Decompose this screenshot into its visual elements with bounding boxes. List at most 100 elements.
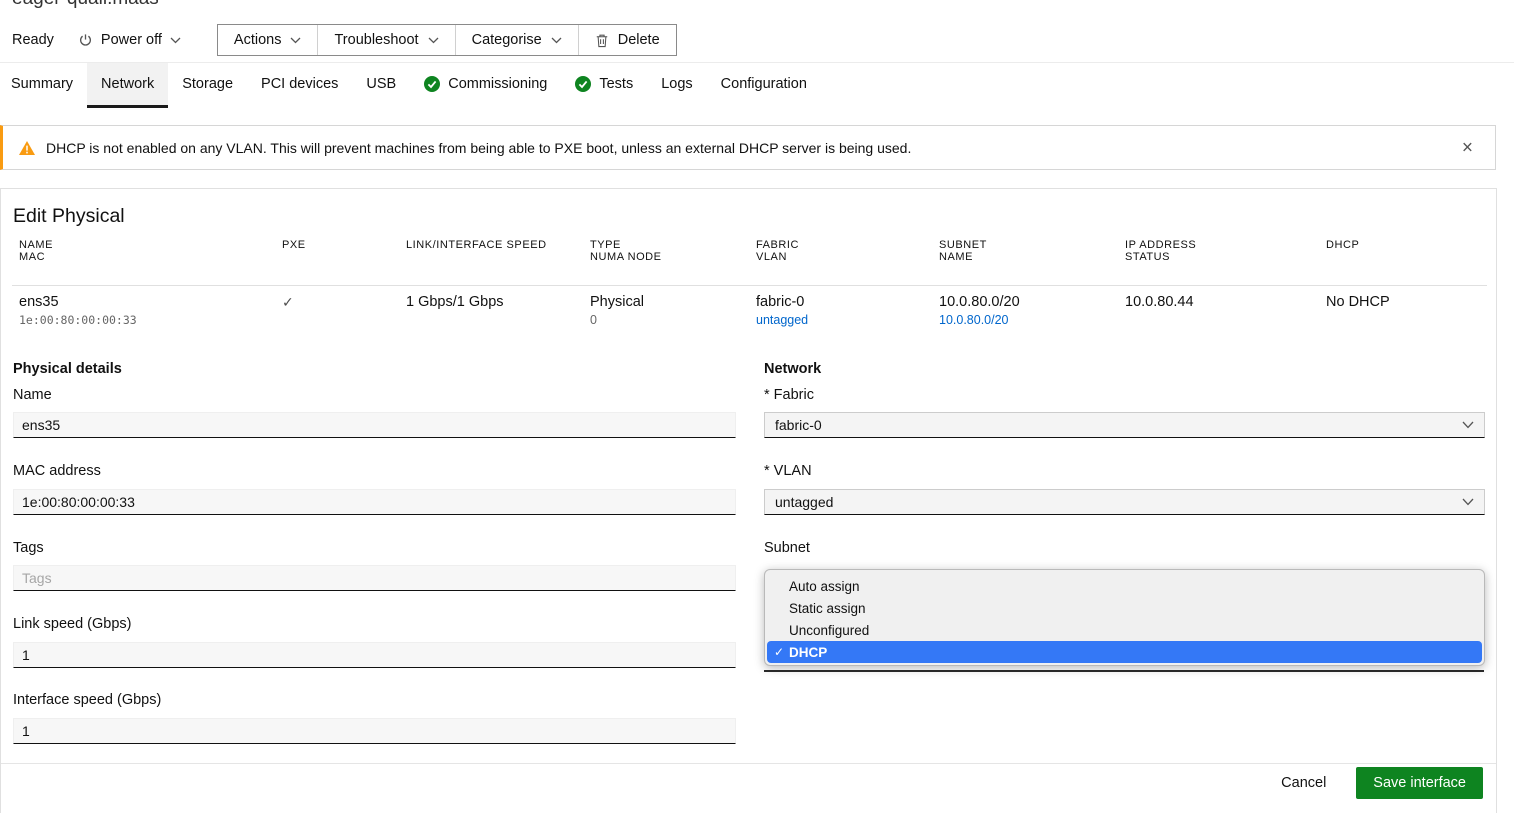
option-label: Unconfigured [789,623,869,638]
tab-configuration[interactable]: Configuration [707,63,821,108]
categorise-button[interactable]: Categorise [455,25,578,55]
fabric-label: * Fabric [764,387,814,403]
tab-tests[interactable]: Tests [561,63,647,108]
subnet-link[interactable]: 10.0.80.0/20 [939,313,1009,327]
check-circle-icon [424,76,440,92]
link-speed-label: Link speed (Gbps) [13,616,131,632]
tags-input[interactable] [13,565,736,591]
fabric-value: fabric-0 [775,417,822,433]
tab-label: Logs [661,76,692,92]
vlan-value: untagged [775,494,833,510]
name-input[interactable] [13,412,736,438]
machine-tabs: Summary Network Storage PCI devices USB … [0,63,821,108]
subnet-field-underline [764,670,1484,672]
col-header-dhcp: DHCP [1326,239,1359,251]
form-footer: Cancel Save interface [1281,767,1483,799]
tab-summary[interactable]: Summary [0,63,87,108]
name-label: Name [13,387,52,403]
check-circle-icon [575,76,591,92]
check-icon: ✓ [774,645,784,659]
chevron-down-icon [170,37,181,44]
chevron-down-icon [1462,498,1474,506]
chevron-down-icon [428,37,439,44]
mac-input[interactable] [13,489,736,515]
actions-label: Actions [234,32,282,48]
machine-actions-group: Actions Troubleshoot Categorise Delete [217,24,677,56]
subnet-label: Subnet [764,540,810,556]
warning-icon [19,141,35,155]
panel-title: Edit Physical [13,205,125,228]
pxe-check-icon: ✓ [282,294,294,311]
tab-label: Storage [182,76,233,92]
tab-label: Summary [11,76,73,92]
tab-logs[interactable]: Logs [647,63,706,108]
col-header-pxe: PXE [282,239,306,251]
troubleshoot-label: Troubleshoot [334,32,418,48]
vlan-select[interactable]: untagged [764,489,1485,515]
col-header-ip-status: IP ADDRESSSTATUS [1125,239,1196,263]
option-label: Auto assign [789,579,860,594]
tags-label: Tags [13,540,44,556]
subnet-option-auto-assign[interactable]: Auto assign [767,575,1482,597]
tab-network[interactable]: Network [87,63,168,108]
cell-ip-address: 10.0.80.44 [1125,294,1194,310]
tab-label: PCI devices [261,76,338,92]
subnet-option-static-assign[interactable]: Static assign [767,597,1482,619]
tab-label: Network [101,76,154,92]
col-header-name-mac: NAMEMAC [19,239,53,263]
machine-details-page: eager-quail.maas Ready Power off Actions… [0,0,1514,813]
chevron-down-icon [551,37,562,44]
interface-speed-input[interactable] [13,718,736,744]
subnet-option-unconfigured[interactable]: Unconfigured [767,619,1482,641]
chevron-down-icon [290,37,301,44]
chevron-down-icon [1462,421,1474,429]
delete-button[interactable]: Delete [578,25,676,55]
mac-label: MAC address [13,463,101,479]
cell-interface-name: ens35 [19,294,59,310]
network-heading: Network [764,361,821,377]
tab-commissioning[interactable]: Commissioning [410,63,561,108]
col-header-subnet-name: SUBNETNAME [939,239,987,263]
fabric-select[interactable]: fabric-0 [764,412,1485,438]
power-icon [78,33,93,48]
status-row: Ready Power off Actions Troubleshoot Cat… [12,24,677,56]
cell-subnet: 10.0.80.0/20 [939,294,1020,310]
machine-title: eager-quail.maas [12,0,159,10]
cell-type: Physical [590,294,644,310]
cell-link-speed: 1 Gbps/1 Gbps [406,294,504,310]
edit-physical-panel: Edit Physical NAMEMAC PXE LINK/INTERFACE… [0,188,1497,813]
table-header-divider [12,285,1487,286]
tab-label: Configuration [721,76,807,92]
trash-icon [595,33,609,48]
vlan-link[interactable]: untagged [756,313,808,327]
categorise-label: Categorise [472,32,542,48]
tab-usb[interactable]: USB [352,63,410,108]
col-header-link-speed: LINK/INTERFACE SPEED [406,239,547,251]
cell-dhcp: No DHCP [1326,294,1390,310]
subnet-option-dhcp[interactable]: ✓ DHCP [767,641,1482,663]
option-label: Static assign [789,601,866,616]
cell-fabric: fabric-0 [756,294,804,310]
actions-button[interactable]: Actions [218,25,318,55]
machine-status: Ready [12,32,54,48]
tab-pci-devices[interactable]: PCI devices [247,63,352,108]
dhcp-warning-banner: DHCP is not enabled on any VLAN. This wi… [0,125,1496,170]
save-interface-button[interactable]: Save interface [1356,767,1483,799]
vlan-label: * VLAN [764,463,812,479]
power-dropdown[interactable]: Power off [78,32,181,48]
col-header-fabric-vlan: FABRICVLAN [756,239,799,263]
physical-details-heading: Physical details [13,361,122,377]
tab-label: USB [366,76,396,92]
power-label: Power off [101,32,162,48]
cell-mac: 1e:00:80:00:00:33 [19,313,137,327]
footer-divider [1,763,1496,764]
cancel-button[interactable]: Cancel [1281,775,1326,791]
delete-label: Delete [618,32,660,48]
tab-label: Commissioning [448,76,547,92]
link-speed-input[interactable] [13,642,736,668]
cell-numa-node: 0 [590,313,597,327]
close-icon[interactable]: × [1452,132,1483,163]
tab-storage[interactable]: Storage [168,63,247,108]
interface-speed-label: Interface speed (Gbps) [13,692,161,708]
troubleshoot-button[interactable]: Troubleshoot [317,25,454,55]
